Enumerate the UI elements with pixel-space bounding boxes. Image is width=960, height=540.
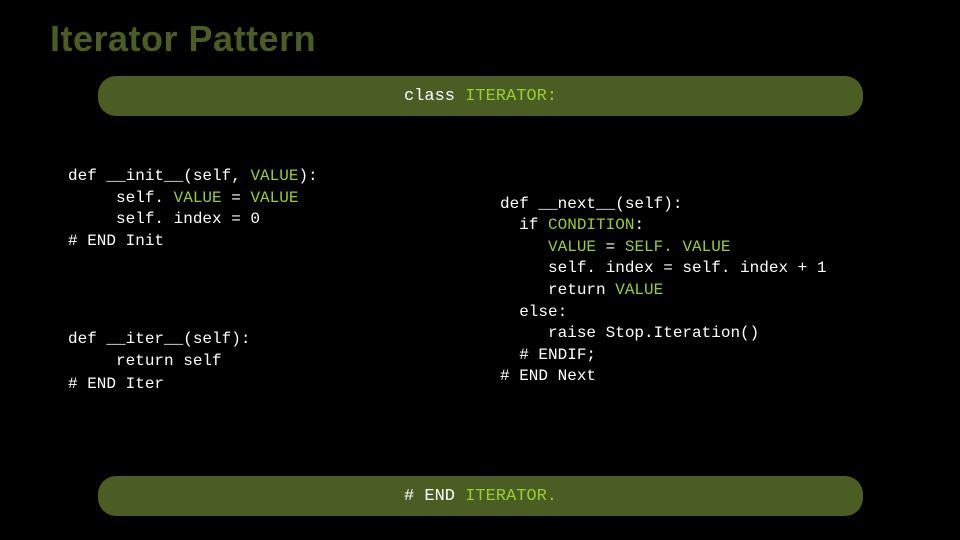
slide-title: Iterator Pattern bbox=[50, 18, 316, 60]
iter-code: def __iter__(self): return self # END It… bbox=[68, 328, 446, 395]
class-footer-code: # END ITERATOR. bbox=[404, 487, 557, 506]
next-method-box: def __next__(self): if CONDITION: VALUE … bbox=[478, 150, 914, 450]
iter-method-box: def __iter__(self): return self # END It… bbox=[48, 310, 466, 418]
next-code: def __next__(self): if CONDITION: VALUE … bbox=[500, 172, 892, 388]
class-header-box: class ITERATOR: bbox=[98, 76, 863, 116]
class-footer-box: # END ITERATOR. bbox=[98, 476, 863, 516]
class-header-code: class ITERATOR: bbox=[404, 87, 557, 106]
init-code: def __init__(self, VALUE): self. VALUE =… bbox=[68, 166, 446, 252]
init-method-box: def __init__(self, VALUE): self. VALUE =… bbox=[48, 150, 466, 266]
